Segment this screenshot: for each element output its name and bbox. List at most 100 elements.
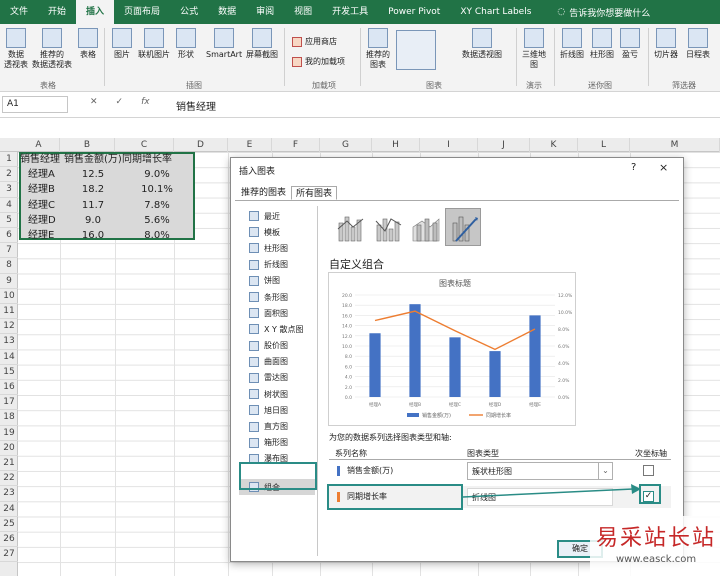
combo-type-clustered-line[interactable] (331, 208, 367, 246)
row-header[interactable]: 16 (0, 380, 18, 396)
sidebar-item-4[interactable]: 饼图 (239, 273, 315, 289)
column-header[interactable]: D (174, 138, 228, 152)
cell[interactable]: 经理D (28, 213, 64, 228)
my-addins-button[interactable]: 我的加载项 (292, 56, 345, 67)
row-header[interactable]: 7 (0, 243, 18, 259)
fx-icon[interactable]: ✕ ✓ fx (90, 97, 150, 107)
column-header[interactable]: M (630, 138, 720, 152)
ribbon-tab-8[interactable]: 开发工具 (322, 0, 378, 24)
formula-content[interactable]: 销售经理 (176, 98, 216, 113)
cell[interactable]: 18.2 (72, 182, 114, 197)
row-header[interactable]: 5 (0, 213, 18, 228)
ribbon-tab-3[interactable]: 页面布局 (114, 0, 170, 24)
column-sparkline-button[interactable]: 柱形图 (590, 28, 614, 60)
timeline-button[interactable]: 日程表 (686, 28, 710, 60)
cell[interactable]: 16.0 (72, 228, 114, 243)
ribbon-tab-10[interactable]: XY Chart Labels (450, 0, 541, 24)
column-header[interactable]: L (578, 138, 630, 152)
cell[interactable]: 9.0% (132, 167, 182, 182)
column-header[interactable]: A (18, 138, 60, 152)
row-header[interactable]: 20 (0, 441, 18, 456)
row-header[interactable]: 6 (0, 228, 18, 244)
winloss-sparkline-button[interactable]: 盈亏 (620, 28, 640, 60)
row-header[interactable]: 12 (0, 319, 18, 335)
column-header[interactable]: C (115, 138, 174, 152)
cell[interactable]: 5.6% (132, 213, 182, 228)
row-header[interactable]: 19 (0, 426, 18, 441)
cell[interactable]: 经理A (28, 167, 64, 182)
row-header[interactable]: 11 (0, 304, 18, 320)
cell[interactable]: 11.7 (72, 198, 114, 213)
row-header[interactable]: 14 (0, 350, 18, 365)
sidebar-item-2[interactable]: 柱形图 (239, 240, 315, 256)
sidebar-item-10[interactable]: 雷达图 (239, 370, 315, 386)
column-header[interactable]: F (272, 138, 320, 152)
line-sparkline-button[interactable]: 折线图 (560, 28, 584, 60)
combo-type-custom[interactable] (445, 208, 481, 246)
column-header[interactable]: G (320, 138, 372, 152)
row-header[interactable]: 25 (0, 517, 18, 532)
tell-me-search[interactable]: ◌ 告诉我你想要做什么 (557, 6, 650, 19)
cell[interactable]: 销售经理 (20, 152, 64, 167)
recommended-pivot-button[interactable]: 推荐的 数据透视表 (32, 28, 72, 70)
3d-map-button[interactable]: 三维地 图 (522, 28, 546, 70)
tab-recommended-charts[interactable]: 推荐的图表 (237, 186, 290, 200)
cell[interactable]: 经理C (28, 198, 64, 213)
secondary-axis-checkbox[interactable] (643, 465, 654, 476)
column-header[interactable]: J (478, 138, 530, 152)
combo-type-area-column[interactable] (407, 208, 443, 246)
cell[interactable]: 12.5 (72, 167, 114, 182)
sidebar-item-0[interactable]: 最近 (239, 208, 315, 224)
pictures-button[interactable]: 图片 (112, 28, 132, 60)
pivot-table-button[interactable]: 数据 透视表 (4, 28, 28, 70)
tab-all-charts[interactable]: 所有图表 (291, 186, 338, 200)
cell[interactable]: 8.0% (132, 228, 182, 243)
row-header[interactable]: 15 (0, 365, 18, 380)
row-header[interactable]: 22 (0, 471, 18, 487)
table-button[interactable]: 表格 (78, 28, 98, 60)
slicer-button[interactable]: 切片器 (654, 28, 678, 60)
cell[interactable]: 销售金额(万) (64, 152, 122, 167)
chart-type-select[interactable]: 簇状柱形图 ⌄ (467, 462, 613, 480)
row-header[interactable]: 21 (0, 456, 18, 472)
ribbon-tab-5[interactable]: 数据 (208, 0, 246, 24)
cell[interactable]: 经理B (28, 182, 64, 197)
chevron-down-icon[interactable]: ⌄ (598, 463, 612, 479)
ribbon-tab-4[interactable]: 公式 (170, 0, 208, 24)
column-header[interactable]: K (530, 138, 578, 152)
online-pictures-button[interactable]: 联机图片 (138, 28, 170, 60)
sidebar-item-3[interactable]: 折线图 (239, 257, 315, 273)
row-header[interactable]: 24 (0, 502, 18, 517)
sidebar-item-13[interactable]: 直方图 (239, 418, 315, 434)
column-header[interactable]: H (372, 138, 420, 152)
row-header[interactable]: 10 (0, 289, 18, 304)
row-header[interactable]: 27 (0, 547, 18, 563)
row-header[interactable]: 1 (0, 152, 18, 168)
cell[interactable]: 7.8% (132, 198, 182, 213)
column-header[interactable]: I (420, 138, 478, 152)
pivot-chart-button[interactable]: 数据透视图 (462, 28, 502, 60)
ribbon-tab-2[interactable]: 插入 (76, 0, 115, 24)
sidebar-item-1[interactable]: 模板 (239, 224, 315, 240)
column-header[interactable]: B (60, 138, 115, 152)
sidebar-item-7[interactable]: X Y 散点图 (239, 321, 315, 337)
ribbon-tab-1[interactable]: 开始 (38, 0, 76, 24)
row-header[interactable]: 23 (0, 486, 18, 502)
cell[interactable]: 10.1% (132, 182, 182, 197)
row-header[interactable]: 17 (0, 395, 18, 411)
row-header[interactable]: 2 (0, 167, 18, 183)
sidebar-item-6[interactable]: 面积图 (239, 305, 315, 321)
smartart-button[interactable]: SmartArt (206, 28, 242, 60)
row-header[interactable]: 26 (0, 532, 18, 548)
combo-type-secondary-axis[interactable] (369, 208, 405, 246)
ribbon-tab-7[interactable]: 视图 (284, 0, 322, 24)
row-header[interactable]: 3 (0, 182, 18, 198)
sidebar-item-9[interactable]: 曲面图 (239, 354, 315, 370)
row-header[interactable]: 18 (0, 410, 18, 426)
cell[interactable]: 经理E (28, 228, 64, 243)
row-header[interactable]: 9 (0, 274, 18, 289)
sidebar-item-14[interactable]: 箱形图 (239, 435, 315, 451)
ribbon-tab-0[interactable]: 文件 (0, 0, 38, 24)
name-box[interactable]: A1 (2, 96, 68, 113)
sidebar-item-5[interactable]: 条形图 (239, 289, 315, 305)
